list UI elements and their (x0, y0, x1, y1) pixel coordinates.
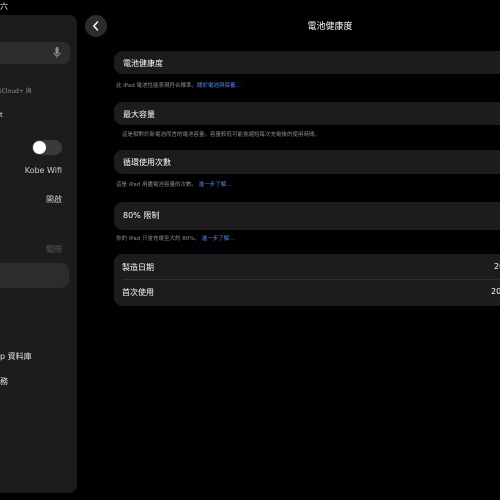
first-use-label: 首次使用 (122, 288, 154, 297)
cycle-count-card[interactable] (114, 150, 500, 174)
battery-health-card[interactable] (114, 51, 500, 74)
page-title: 電池健康度 (307, 22, 353, 32)
toggle-knob (33, 141, 46, 154)
cycle-count-link[interactable]: 進一步了解… (199, 182, 232, 188)
sidebar-item-library[interactable]: p 資料庫 (0, 351, 32, 362)
sidebar-item-battery-selected[interactable] (0, 263, 69, 288)
status-bar-day: 六 (0, 2, 8, 11)
sidebar-item-wifi-value[interactable]: Kobe Wifi (0, 166, 62, 175)
cycle-count-label: 循環使用次數 (123, 158, 171, 167)
cycle-count-footnote: 這是 iPad 用盡電池容量的次數。 進一步了解… (116, 182, 232, 188)
battery-health-label: 電池健康度 (123, 59, 163, 68)
row-divider (122, 279, 500, 280)
battery-health-footnote: 此 iPad 電池性能表現符合標準。關於電池與保養… (116, 83, 241, 89)
limit-80-link[interactable]: 進一步了解… (202, 236, 235, 242)
manufacture-date-label: 製造日期 (122, 263, 154, 272)
max-capacity-footnote: 這是相對於新電池而言的電池容量。容量較低可能會縮短每次充電後的使用時間。 (122, 132, 321, 138)
max-capacity-card[interactable] (114, 102, 500, 125)
first-use-value: 20 (491, 287, 500, 296)
max-capacity-label: 最大容量 (123, 110, 155, 119)
airplane-mode-toggle[interactable] (32, 140, 62, 155)
sidebar-item-bluetooth-value[interactable]: 開啟 (0, 194, 62, 205)
sidebar-account-item[interactable]: t (0, 111, 3, 119)
microphone-icon[interactable] (53, 46, 61, 60)
sidebar-item-services[interactable]: 務 (0, 376, 8, 387)
sidebar-item-dim-value[interactable]: 關閉 (0, 244, 62, 255)
device-info-card (114, 254, 500, 306)
sidebar-account-hint: iCloud+ 與 (0, 88, 32, 95)
limit-80-label: 80% 限制 (123, 211, 160, 220)
limit-80-footnote: 你的 iPad 只會充電至大約 80%。 進一步了解… (116, 236, 235, 242)
limit-80-card[interactable] (114, 202, 500, 230)
manufacture-date-value: 20 (494, 262, 500, 271)
battery-health-link[interactable]: 關於電池與保養… (197, 83, 241, 89)
